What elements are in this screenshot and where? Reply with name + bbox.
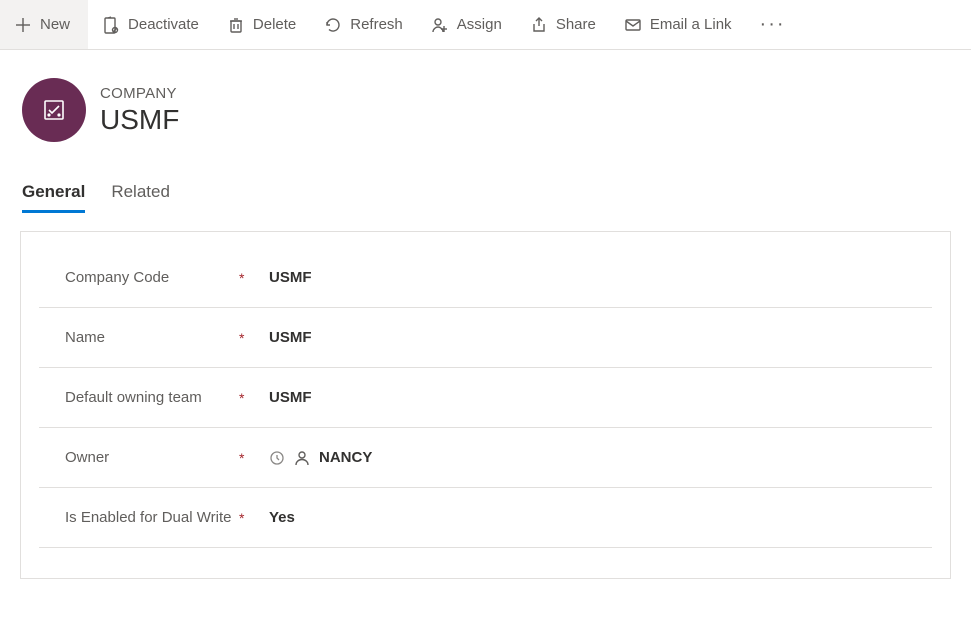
assign-label: Assign: [457, 16, 502, 33]
share-label: Share: [556, 16, 596, 33]
company-icon: [41, 97, 67, 123]
form-card: Company Code * USMF Name * USMF Default …: [20, 231, 951, 579]
field-label-dual-write: Is Enabled for Dual Write: [39, 509, 239, 526]
clock-icon: [269, 450, 285, 466]
required-marker: *: [239, 330, 263, 346]
share-button[interactable]: Share: [516, 0, 610, 49]
deactivate-icon: [102, 16, 120, 34]
email-link-label: Email a Link: [650, 16, 732, 33]
trash-icon: [227, 16, 245, 34]
required-marker: *: [239, 270, 263, 286]
plus-icon: [14, 16, 32, 34]
tabs: General Related: [0, 152, 971, 213]
tab-related[interactable]: Related: [111, 182, 170, 213]
required-marker: *: [239, 450, 263, 466]
field-label-owner: Owner: [39, 449, 239, 466]
delete-button[interactable]: Delete: [213, 0, 310, 49]
field-value-dual-write: Yes: [263, 509, 932, 526]
entity-label: COMPANY: [100, 85, 179, 102]
field-label-name: Name: [39, 329, 239, 346]
overflow-button[interactable]: ···: [746, 13, 800, 36]
field-value-name: USMF: [263, 329, 932, 346]
field-dual-write[interactable]: Is Enabled for Dual Write * Yes: [39, 488, 932, 548]
required-marker: *: [239, 510, 263, 526]
email-link-button[interactable]: Email a Link: [610, 0, 746, 49]
field-company-code[interactable]: Company Code * USMF: [39, 248, 932, 308]
field-value-company-code: USMF: [263, 269, 932, 286]
email-icon: [624, 16, 642, 34]
tab-general[interactable]: General: [22, 182, 85, 213]
assign-icon: [431, 16, 449, 34]
refresh-icon: [324, 16, 342, 34]
field-value-owner: NANCY: [319, 449, 372, 466]
entity-avatar: [22, 78, 86, 142]
field-label-company-code: Company Code: [39, 269, 239, 286]
field-owner[interactable]: Owner * NANCY: [39, 428, 932, 488]
record-header: COMPANY USMF: [0, 50, 971, 152]
share-icon: [530, 16, 548, 34]
command-bar: New Deactivate Delete Refresh Assign Sha…: [0, 0, 971, 50]
record-name: USMF: [100, 104, 179, 136]
person-icon: [293, 449, 311, 467]
new-label: New: [40, 16, 70, 33]
field-value-default-owning-team: USMF: [263, 389, 932, 406]
assign-button[interactable]: Assign: [417, 0, 516, 49]
delete-label: Delete: [253, 16, 296, 33]
refresh-button[interactable]: Refresh: [310, 0, 417, 49]
field-label-default-owning-team: Default owning team: [39, 389, 239, 406]
deactivate-button[interactable]: Deactivate: [88, 0, 213, 49]
field-name[interactable]: Name * USMF: [39, 308, 932, 368]
field-default-owning-team[interactable]: Default owning team * USMF: [39, 368, 932, 428]
refresh-label: Refresh: [350, 16, 403, 33]
required-marker: *: [239, 390, 263, 406]
new-button[interactable]: New: [0, 0, 88, 49]
deactivate-label: Deactivate: [128, 16, 199, 33]
